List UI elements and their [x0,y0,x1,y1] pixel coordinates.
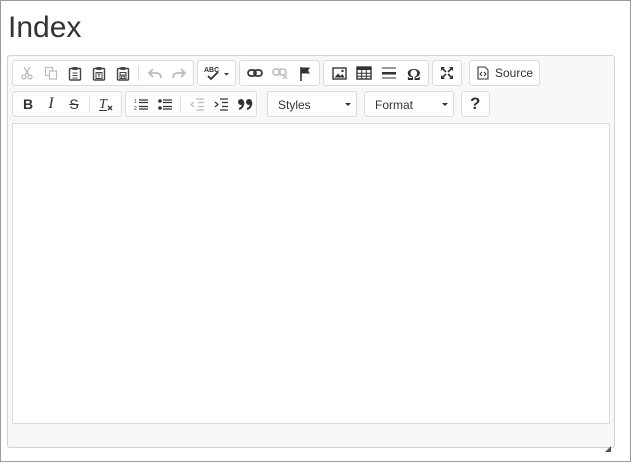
editor-content-area[interactable] [12,123,610,424]
chevron-down-icon [345,103,351,106]
maximize-icon[interactable] [435,61,459,85]
italic-icon[interactable]: I [39,92,63,116]
paste-word-icon[interactable] [111,61,135,85]
svg-text:1: 1 [134,99,137,105]
numbered-list-icon[interactable]: 12 [129,92,153,116]
svg-text:Ω: Ω [407,66,421,81]
resize-handle-icon[interactable] [605,439,611,452]
source-label: Source [495,66,534,80]
spellcheck-group: ABC [197,60,236,86]
paste-text-icon[interactable] [87,61,111,85]
help-button[interactable]: ? [461,91,490,117]
table-icon[interactable] [352,61,376,85]
paragraph-group: 12 [125,91,257,117]
toolbar-row-2: B I S T 12 Styles Format ? [12,91,610,117]
links-group [239,60,320,86]
format-dropdown-label: Format [375,98,414,112]
svg-text:T: T [99,97,108,112]
outdent-icon[interactable] [185,92,209,116]
bulleted-list-icon[interactable] [153,92,177,116]
copy-icon[interactable] [39,61,63,85]
styles-dropdown-label: Styles [278,98,311,112]
undo-icon[interactable] [143,61,167,85]
image-icon[interactable] [327,61,351,85]
basicstyles-group: B I S T [12,91,122,117]
strike-icon[interactable]: S [62,92,86,116]
svg-text:2: 2 [134,106,137,111]
insert-group: Ω [323,60,429,86]
toolbar-separator [89,97,90,112]
unlink-icon[interactable] [268,61,292,85]
clipboard-undo-group [12,60,194,86]
redo-icon[interactable] [167,61,191,85]
horizontal-rule-icon[interactable] [377,61,401,85]
source-icon [477,66,489,85]
bold-icon[interactable]: B [16,92,40,116]
blockquote-icon[interactable] [233,92,257,116]
format-dropdown[interactable]: Format [364,91,454,117]
toolbar-row-1: ABC Ω Source [12,60,610,86]
source-button[interactable]: Source [469,60,540,86]
page-title: Index [8,11,82,44]
help-icon: ? [470,94,481,113]
link-icon[interactable] [243,61,267,85]
styles-dropdown[interactable]: Styles [267,91,357,117]
spellcheck-icon[interactable]: ABC [200,61,234,85]
maximize-group [432,60,462,86]
indent-icon[interactable] [209,92,233,116]
rich-text-editor: ABC Ω Source B I S T 1 2 Styles Format ? [7,55,615,452]
cut-icon[interactable] [15,61,39,85]
chevron-down-icon [442,103,448,106]
toolbar-separator [138,66,139,81]
anchor-icon[interactable] [293,61,317,85]
toolbar-separator [180,97,181,112]
special-char-icon[interactable]: Ω [402,61,426,85]
paste-icon[interactable] [63,61,87,85]
remove-format-icon[interactable]: T [94,92,118,116]
